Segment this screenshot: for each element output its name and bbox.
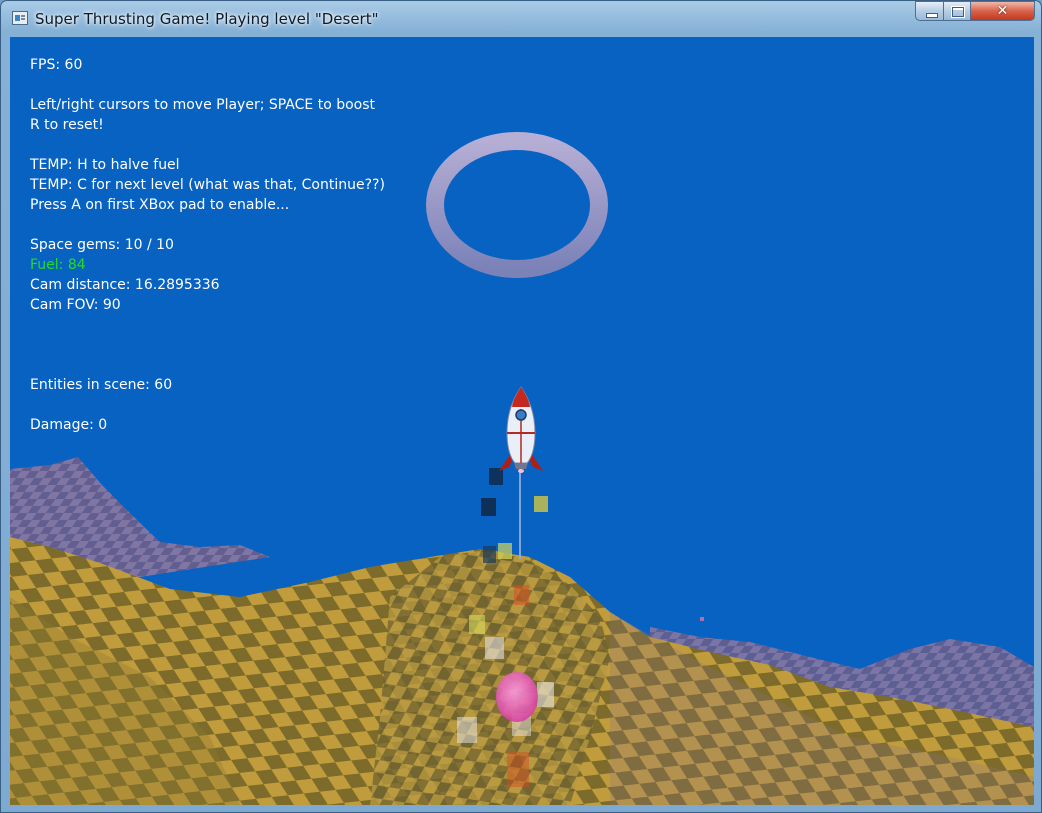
hud-spacer: [30, 75, 385, 95]
close-button[interactable]: ✕: [971, 1, 1035, 21]
caption-buttons: ✕: [915, 1, 1035, 21]
window-title: Super Thrusting Game! Playing level "Des…: [35, 10, 379, 28]
game-window: Super Thrusting Game! Playing level "Des…: [0, 0, 1042, 813]
temp-hint-xbox: Press A on first XBox pad to enable...: [30, 197, 290, 213]
damage-readout: Damage: 0: [30, 417, 108, 433]
hud-spacer: [30, 135, 385, 155]
player-rocket: [499, 386, 543, 473]
temp-hint-next-level: TEMP: C for next level (what was that, C…: [30, 177, 385, 193]
fuel-readout: Fuel: 84: [30, 257, 86, 273]
cam-distance-readout: Cam distance: 16.2895336: [30, 277, 220, 293]
hud-spacer: [30, 335, 385, 355]
distant-speck: [700, 617, 704, 621]
minimize-button[interactable]: [915, 1, 944, 21]
debug-hud: FPS: 60 Left/right cursors to move Playe…: [30, 55, 385, 435]
minimize-icon: [926, 13, 938, 18]
space-gem: [496, 672, 538, 722]
hud-spacer: [30, 395, 385, 415]
maximize-button[interactable]: [944, 1, 971, 21]
hud-spacer: [30, 215, 385, 235]
close-icon: ✕: [996, 3, 1009, 19]
entities-readout: Entities in scene: 60: [30, 377, 173, 393]
controls-hint-move: Left/right cursors to move Player; SPACE…: [30, 97, 376, 113]
fps-readout: FPS: 60: [30, 57, 83, 73]
hud-spacer: [30, 355, 385, 375]
controls-hint-reset: R to reset!: [30, 117, 104, 133]
maximize-icon: [952, 7, 964, 17]
game-viewport[interactable]: FPS: 60 Left/right cursors to move Playe…: [10, 37, 1034, 805]
cam-fov-readout: Cam FOV: 90: [30, 297, 121, 313]
hud-spacer: [30, 315, 385, 335]
app-window-icon[interactable]: [12, 11, 28, 25]
title-bar[interactable]: Super Thrusting Game! Playing level "Des…: [1, 1, 1041, 37]
temp-hint-fuel: TEMP: H to halve fuel: [30, 157, 180, 173]
space-gems-counter: Space gems: 10 / 10: [30, 237, 174, 253]
target-ring: [426, 132, 608, 278]
